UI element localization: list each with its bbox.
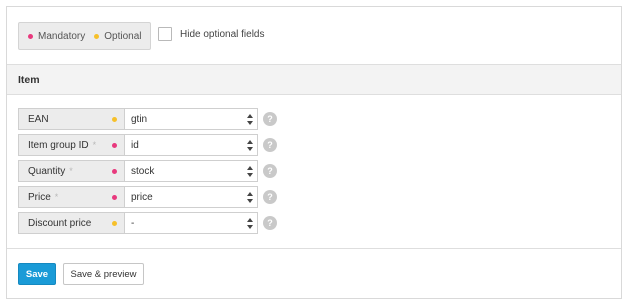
field-source-value: id [131, 139, 139, 151]
field-source-value: stock [131, 165, 155, 177]
legend: Mandatory Optional [18, 22, 151, 50]
field-name: Quantity [28, 165, 66, 177]
required-marker: * [92, 140, 97, 150]
legend-optional: Optional [94, 30, 142, 42]
field-source-value: price [131, 191, 153, 203]
help-icon[interactable]: ? [263, 216, 277, 230]
field-row-price: Price * price ? [18, 186, 278, 208]
mandatory-dot-icon [112, 169, 117, 174]
legend-mandatory: Mandatory [28, 31, 85, 42]
help-icon[interactable]: ? [263, 138, 277, 152]
field-name: EAN [28, 113, 49, 125]
field-row-item-group-id: Item group ID * id ? [18, 134, 278, 156]
field-source-select[interactable]: id [125, 134, 258, 156]
hide-optional-checkbox[interactable] [158, 27, 172, 41]
select-arrows-icon [247, 218, 253, 229]
help-icon[interactable]: ? [263, 190, 277, 204]
select-arrows-icon [247, 192, 253, 203]
mandatory-dot-icon [112, 195, 117, 200]
section-title: Item [18, 73, 40, 86]
mandatory-dot-icon [28, 33, 33, 39]
field-source-value: gtin [131, 113, 148, 125]
field-label: Quantity * [18, 160, 125, 182]
required-marker: * [69, 166, 73, 176]
required-marker: * [54, 192, 59, 202]
field-label: EAN [18, 108, 125, 130]
hide-optional-toggle[interactable]: Hide optional fields [158, 27, 265, 41]
optional-dot-icon [112, 221, 117, 226]
optional-dot-icon [112, 117, 117, 122]
legend-optional-label: Optional [104, 30, 142, 42]
select-arrows-icon [247, 166, 253, 177]
field-label: Item group ID * [18, 134, 125, 156]
field-row-ean: EAN gtin ? [18, 108, 278, 130]
mandatory-dot-icon [112, 143, 117, 148]
field-name: Price [28, 191, 51, 203]
save-button[interactable]: Save [18, 263, 56, 285]
field-source-select[interactable]: - [125, 212, 258, 234]
field-label: Discount price [18, 212, 125, 234]
legend-mandatory-label: Mandatory [38, 30, 86, 42]
field-row-discount-price: Discount price - ? [18, 212, 278, 234]
help-icon[interactable]: ? [263, 112, 277, 126]
select-arrows-icon [247, 114, 253, 125]
field-source-select[interactable]: price [125, 186, 258, 208]
field-source-value: - [131, 217, 135, 229]
select-arrows-icon [247, 140, 253, 151]
field-source-select[interactable]: stock [125, 160, 258, 182]
hide-optional-label: Hide optional fields [180, 28, 265, 40]
field-name: Discount price [28, 217, 92, 229]
field-name: Item group ID [28, 139, 89, 151]
save-and-preview-button[interactable]: Save & preview [63, 263, 144, 285]
section-header: Item [7, 64, 621, 95]
help-icon[interactable]: ? [263, 164, 277, 178]
optional-dot-icon [94, 33, 100, 39]
footer-divider [7, 248, 621, 249]
field-source-select[interactable]: gtin [125, 108, 258, 130]
field-row-quantity: Quantity * stock ? [18, 160, 278, 182]
field-label: Price * [18, 186, 125, 208]
mapping-panel: Mandatory Optional Hide optional fields … [6, 6, 622, 299]
